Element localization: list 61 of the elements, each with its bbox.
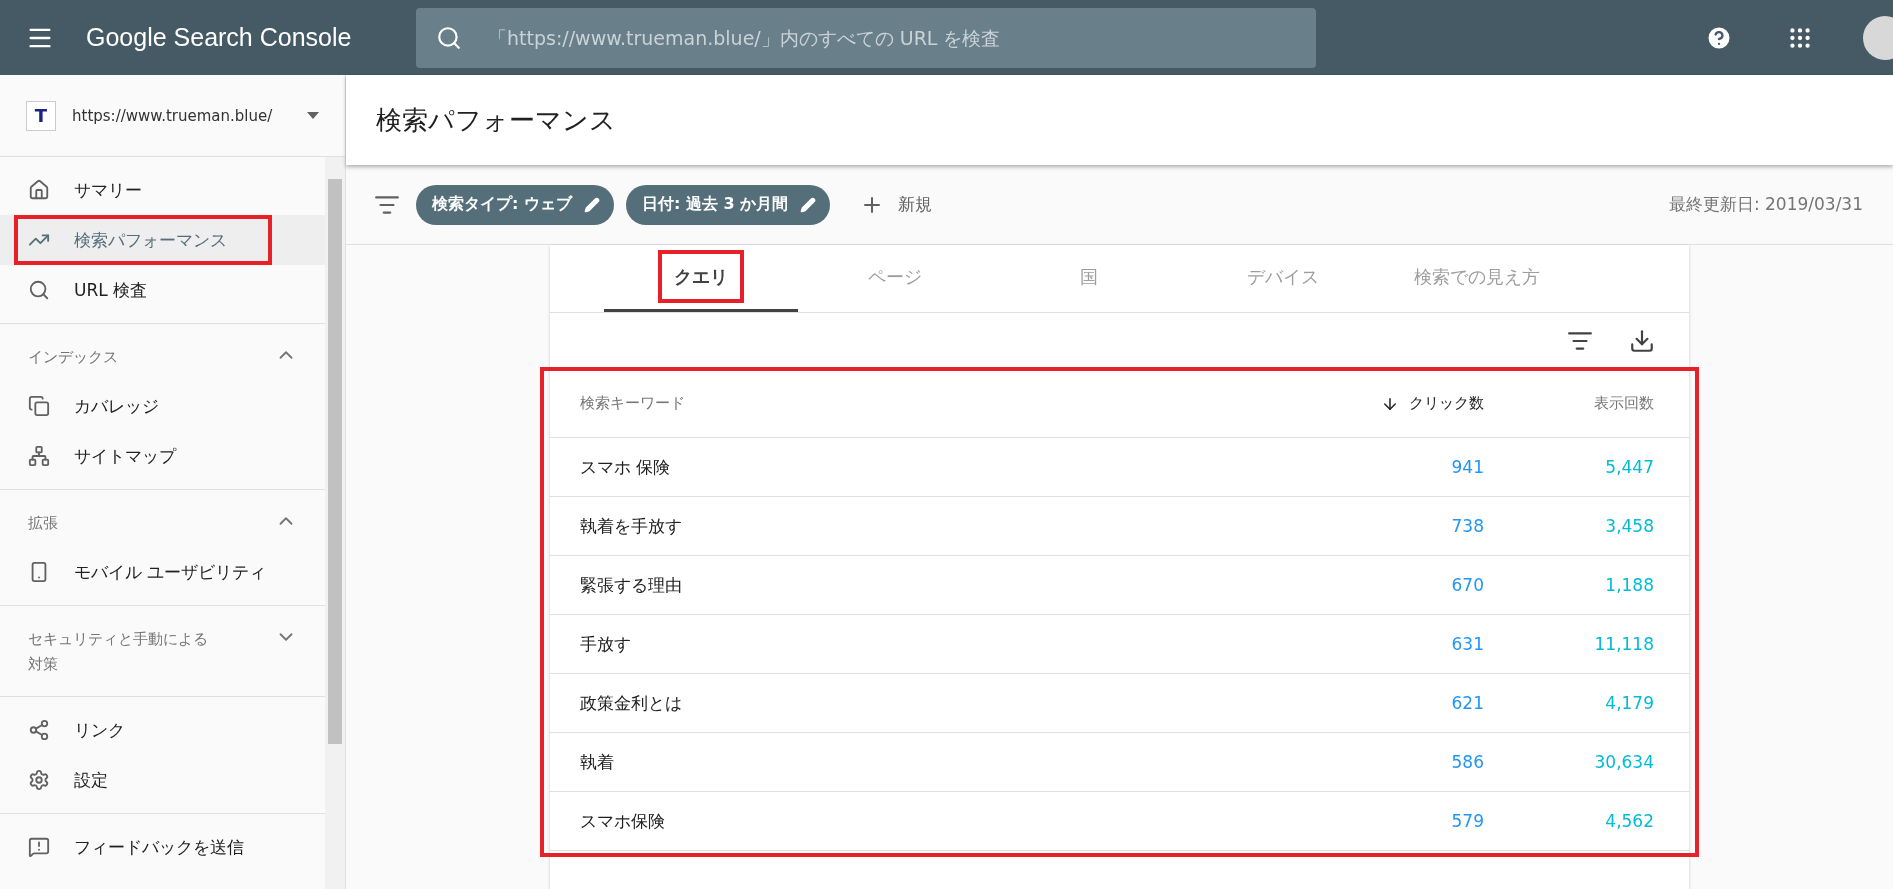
impressions-cell-text: 30,634 (1593, 752, 1654, 772)
nav-item[interactable]: URL 検査 (0, 265, 325, 315)
impressions-cell-text: 11,118 (1593, 634, 1654, 654)
keyword-cell-text: 緊張する理由 (580, 573, 683, 597)
nav-item[interactable]: リンク (0, 705, 325, 755)
search-input[interactable]: 「https://www.trueman.blue/」内のすべての URL を検査 (486, 25, 1296, 50)
scrollbar[interactable] (325, 157, 345, 889)
product-name: Google Search Console (86, 23, 353, 52)
home-icon (28, 179, 50, 201)
column-header[interactable]: 検索キーワード (580, 394, 1284, 413)
property-badge: T (26, 100, 56, 131)
impressions-cell-text: 1,188 (1604, 575, 1654, 595)
page-title: 検索パフォーマンス (376, 103, 616, 137)
nav-item[interactable]: サマリー (0, 165, 325, 215)
keyword-cell-text: スマホ保険 (580, 809, 666, 833)
search-field[interactable]: 「https://www.trueman.blue/」内のすべての URL を検査 (416, 7, 1316, 68)
property-url: https://www.trueman.blue/ (72, 106, 274, 125)
clicks-cell-text: 670 (1450, 575, 1484, 595)
column-header[interactable]: クリック数 (1284, 394, 1484, 413)
keyword-cell-text: 手放す (580, 632, 632, 656)
sitemap-icon (28, 445, 50, 467)
clicks-cell-text: 631 (1450, 634, 1484, 654)
settings-icon (28, 769, 50, 791)
nav-item[interactable]: 設定 (0, 755, 325, 805)
tab[interactable]: クエリ (604, 245, 798, 312)
download-icon (1629, 328, 1655, 354)
nav-item[interactable]: モバイル ユーザビリティ (0, 547, 325, 597)
dropdown-caret-icon (307, 112, 319, 119)
clicks-cell-text: 579 (1450, 811, 1484, 831)
section-header[interactable]: 拡張 (0, 498, 325, 547)
clicks-cell-text: 941 (1450, 457, 1484, 477)
feedback-icon (28, 836, 50, 858)
search-icon (436, 24, 462, 51)
pencil-icon (800, 196, 817, 213)
filter-chip[interactable]: 日付: 過去 3 か月間 (625, 184, 831, 225)
nav-item[interactable]: 検索パフォーマンス (0, 215, 325, 265)
property-selector[interactable]: T https://www.trueman.blue/ (0, 75, 345, 157)
nav-item[interactable]: カバレッジ (0, 381, 325, 431)
impressions-cell-text: 5,447 (1604, 457, 1654, 477)
clicks-cell-text: 621 (1450, 693, 1484, 713)
column-header[interactable]: 表示回数 (1484, 394, 1654, 413)
impressions-cell-text: 4,179 (1604, 693, 1654, 713)
keyword-cell-text: スマホ 保険 (580, 455, 672, 479)
pages-icon (28, 395, 50, 417)
impressions-cell-text: 3,458 (1604, 516, 1654, 536)
new-filter-button[interactable]: 新規 (854, 191, 939, 218)
nav-item[interactable]: サイトマップ (0, 431, 325, 481)
nav-item[interactable]: フィードバックを送信 (0, 822, 325, 872)
section-header[interactable]: セキュリティと手動による対策 (0, 614, 325, 688)
network-icon (28, 719, 50, 741)
filter-chip[interactable]: 検索タイプ: ウェブ (416, 184, 614, 225)
last-updated-text: 最終更新日: 2019/03/31 (1668, 193, 1863, 216)
keyword-cell-text: 政策金利とは (580, 691, 683, 715)
clicks-cell-text: 738 (1450, 516, 1484, 536)
section-header[interactable]: インデックス (0, 332, 325, 381)
search-icon (28, 279, 50, 301)
clicks-cell-text: 586 (1450, 752, 1484, 772)
keyword-cell-text: 執着 (580, 750, 615, 774)
keyword-cell-text: 執着を手放す (580, 514, 683, 538)
impressions-cell-text: 4,562 (1604, 811, 1654, 831)
pencil-icon (583, 196, 600, 213)
